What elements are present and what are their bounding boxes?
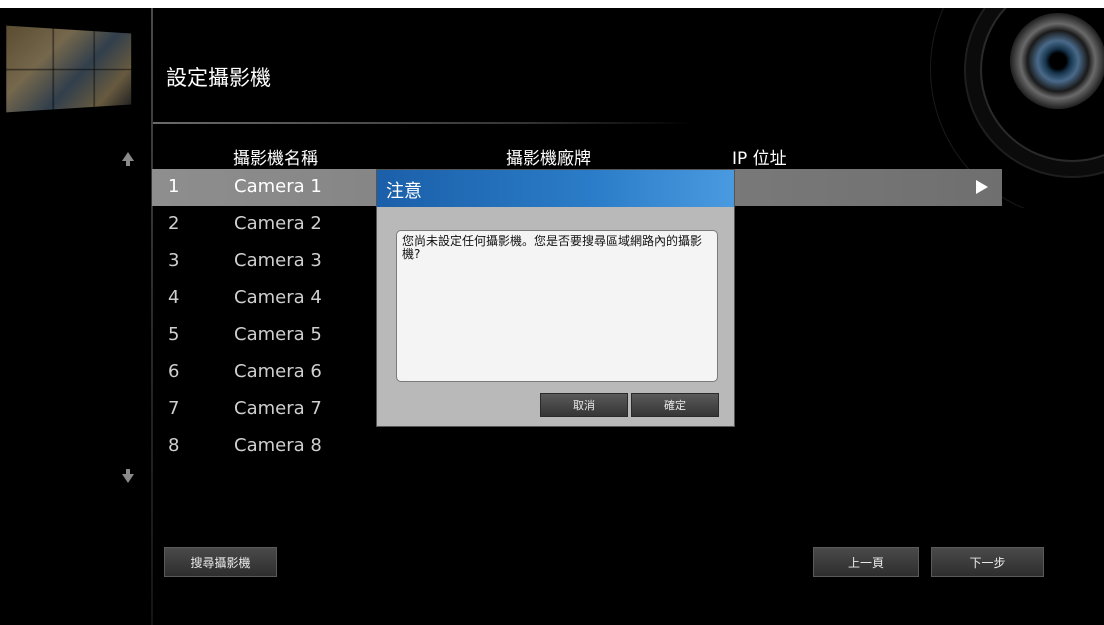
row-number: 4 (168, 287, 180, 308)
search-cameras-button[interactable]: 搜尋攝影機 (164, 547, 277, 577)
camera-thumbnails-image (6, 25, 132, 113)
row-number: 7 (168, 398, 180, 419)
notice-dialog: 注意 您尚未設定任何攝影機。您是否要搜尋區域網路內的攝影機? 取消 確定 (376, 169, 735, 427)
camera-name: Camera 2 (234, 213, 322, 234)
row-number: 1 (168, 176, 180, 197)
horizontal-divider (153, 122, 693, 124)
table-row[interactable]: 8 Camera 8 (152, 428, 1002, 465)
camera-name: Camera 5 (234, 324, 322, 345)
column-header-ip: IP 位址 (732, 149, 787, 169)
top-border (0, 0, 1104, 8)
row-number: 3 (168, 250, 180, 271)
camera-name: Camera 7 (234, 398, 322, 419)
dialog-header (377, 170, 734, 207)
left-panel (0, 8, 152, 625)
arrow-up-icon[interactable] (122, 152, 134, 166)
confirm-button[interactable]: 確定 (631, 393, 719, 417)
row-number: 8 (168, 435, 180, 456)
camera-name: Camera 3 (234, 250, 322, 271)
previous-page-button[interactable]: 上一頁 (813, 547, 919, 577)
column-header-name: 攝影機名稱 (233, 149, 318, 169)
camera-name: Camera 1 (234, 176, 322, 197)
row-number: 6 (168, 361, 180, 382)
column-header-brand: 攝影機廠牌 (506, 149, 591, 169)
page-title: 設定攝影機 (166, 66, 271, 90)
camera-name: Camera 8 (234, 435, 322, 456)
camera-name: Camera 6 (234, 361, 322, 382)
play-icon[interactable] (976, 180, 988, 194)
row-number: 2 (168, 213, 180, 234)
next-step-button[interactable]: 下一步 (931, 547, 1044, 577)
arrow-down-icon[interactable] (122, 469, 134, 483)
cancel-button[interactable]: 取消 (540, 393, 628, 417)
camera-name: Camera 4 (234, 287, 322, 308)
dialog-title: 注意 (386, 181, 422, 202)
row-number: 5 (168, 324, 180, 345)
dialog-message: 您尚未設定任何攝影機。您是否要搜尋區域網路內的攝影機? (396, 230, 718, 382)
